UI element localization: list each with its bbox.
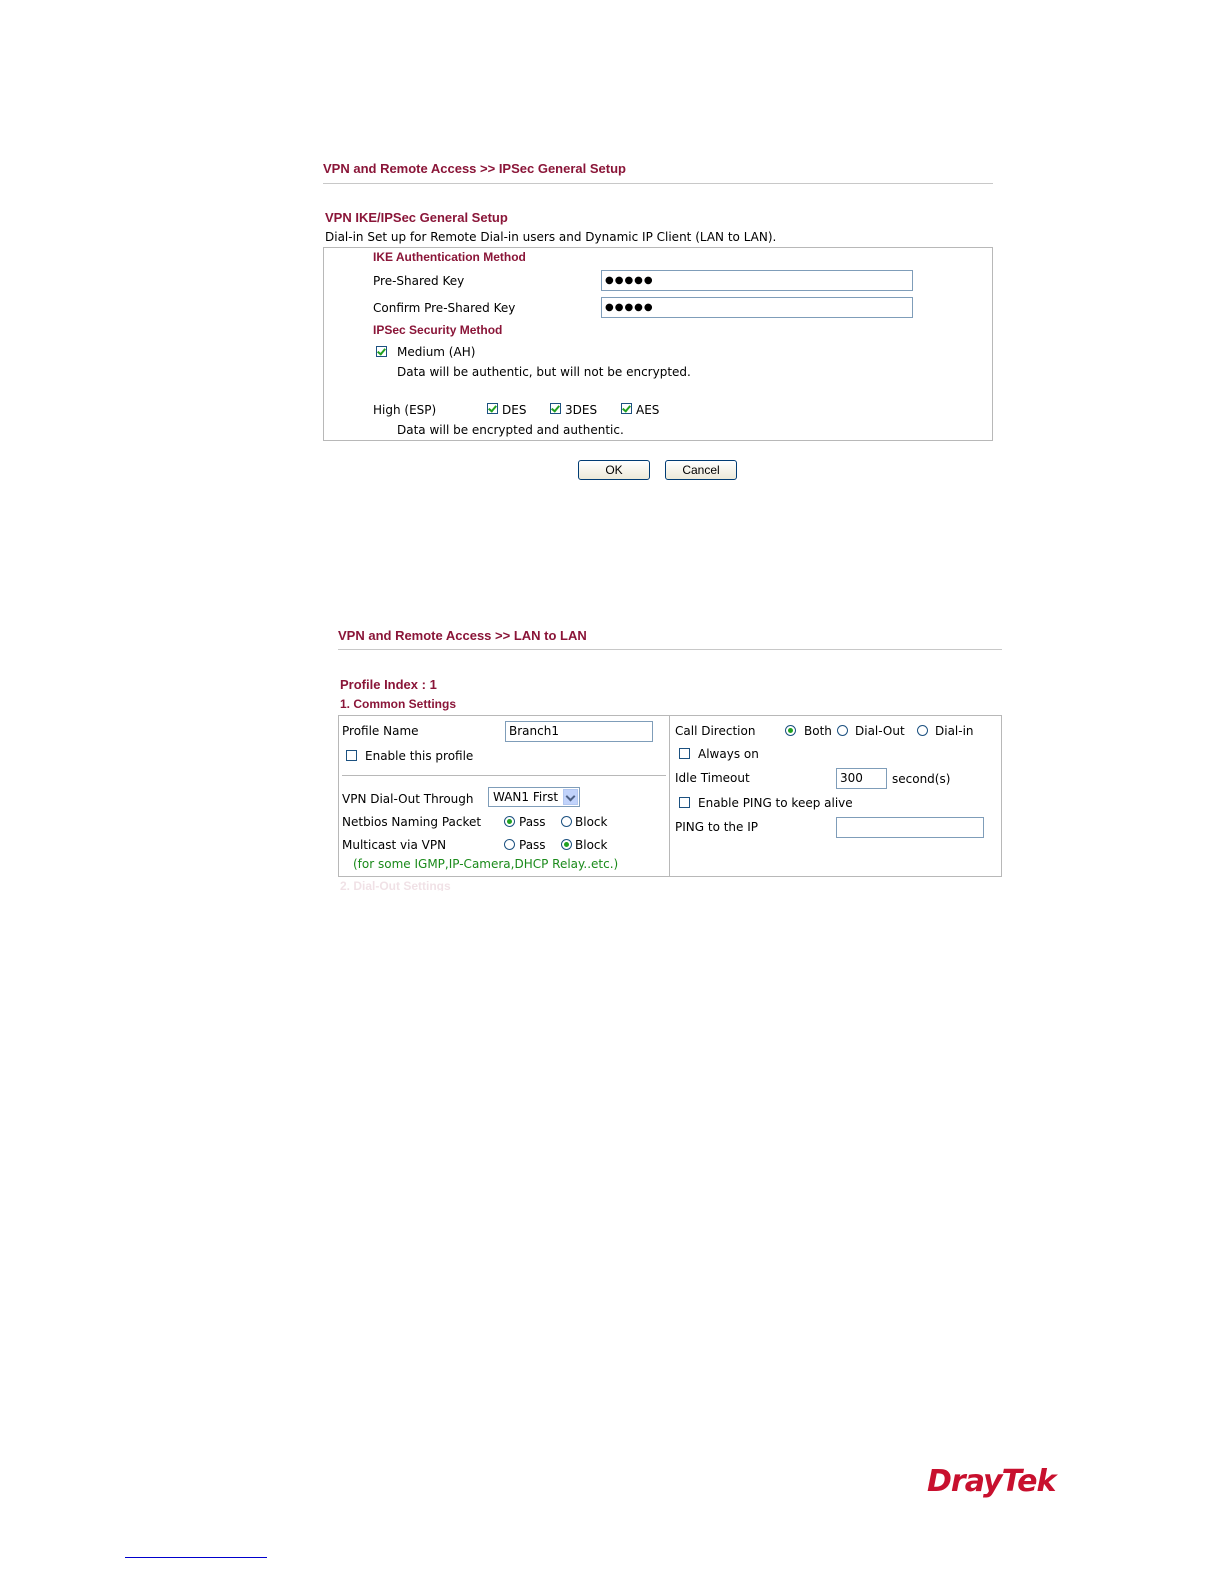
multicast-block-label: Block <box>575 838 608 852</box>
confirm-psk-input[interactable]: ●●●●● <box>601 297 913 318</box>
3des-label: 3DES <box>565 403 598 417</box>
des-checkbox[interactable] <box>487 403 498 414</box>
multicast-note: (for some IGMP,IP-Camera,DHCP Relay..etc… <box>353 857 619 871</box>
ike-auth-heading: IKE Authentication Method <box>373 250 526 264</box>
profile-name-input[interactable]: Branch1 <box>505 721 653 742</box>
profile-name-label: Profile Name <box>342 724 419 738</box>
always-on-checkbox[interactable] <box>679 748 690 759</box>
psk-label: Pre-Shared Key <box>373 274 465 288</box>
netbios-pass-radio[interactable] <box>504 816 515 827</box>
high-note: Data will be encrypted and authentic. <box>397 423 624 437</box>
medium-ah-checkbox[interactable] <box>376 346 387 357</box>
seconds-label: second(s) <box>892 772 951 786</box>
dialout-through-label: VPN Dial-Out Through <box>342 792 474 806</box>
netbios-label: Netbios Naming Packet <box>342 815 482 829</box>
breadcrumb: VPN and Remote Access >> IPSec General S… <box>323 161 626 176</box>
direction-both-radio[interactable] <box>785 725 796 736</box>
enable-ping-label: Enable PING to keep alive <box>698 796 853 810</box>
direction-both-label: Both <box>804 724 832 738</box>
multicast-block-radio[interactable] <box>561 839 572 850</box>
ok-button[interactable]: OK <box>578 460 650 480</box>
netbios-block-label: Block <box>575 815 608 829</box>
des-label: DES <box>502 403 527 417</box>
multicast-pass-label: Pass <box>519 838 546 852</box>
enable-profile-checkbox[interactable] <box>346 750 357 761</box>
column-divider <box>669 716 670 876</box>
common-settings-heading: 1. Common Settings <box>340 697 457 711</box>
direction-dialin-label: Dial-in <box>935 724 974 738</box>
direction-dialout-radio[interactable] <box>837 725 848 736</box>
idle-timeout-label: Idle Timeout <box>675 771 750 785</box>
dialout-through-select[interactable]: WAN1 First <box>488 787 580 807</box>
direction-dialin-radio[interactable] <box>917 725 928 736</box>
multicast-pass-radio[interactable] <box>504 839 515 850</box>
netbios-block-radio[interactable] <box>561 816 572 827</box>
idle-timeout-input[interactable]: 300 <box>836 768 887 789</box>
3des-checkbox[interactable] <box>550 403 561 414</box>
cancel-button[interactable]: Cancel <box>665 460 737 480</box>
confirm-psk-label: Confirm Pre-Shared Key <box>373 301 516 315</box>
chevron-down-icon[interactable] <box>563 789 578 805</box>
draytek-logo: DrayTek <box>927 1464 1056 1499</box>
breadcrumb-lan: VPN and Remote Access >> LAN to LAN <box>338 628 587 643</box>
divider <box>338 649 1002 650</box>
multicast-label: Multicast via VPN <box>342 838 447 852</box>
medium-ah-label: Medium (AH) <box>397 345 476 359</box>
dialout-settings-heading: 2. Dial-Out Settings <box>340 879 451 891</box>
enable-profile-label: Enable this profile <box>365 749 474 763</box>
pre-shared-key-input[interactable]: ●●●●● <box>601 270 913 291</box>
high-esp-label: High (ESP) <box>373 403 437 417</box>
ipsec-security-heading: IPSec Security Method <box>373 323 503 337</box>
ping-ip-label: PING to the IP <box>675 820 759 834</box>
divider <box>323 183 993 184</box>
enable-ping-checkbox[interactable] <box>679 797 690 808</box>
page-description: Dial-in Set up for Remote Dial-in users … <box>325 230 777 244</box>
ping-ip-input[interactable] <box>836 817 984 838</box>
direction-dialout-label: Dial-Out <box>855 724 905 738</box>
always-on-label: Always on <box>698 747 759 761</box>
call-direction-label: Call Direction <box>675 724 756 738</box>
row-divider <box>342 775 666 776</box>
netbios-pass-label: Pass <box>519 815 546 829</box>
page-title: VPN IKE/IPSec General Setup <box>325 210 508 225</box>
footer-link-underline <box>125 1557 267 1558</box>
aes-checkbox[interactable] <box>621 403 632 414</box>
dialout-through-value: WAN1 First <box>493 790 559 804</box>
aes-label: AES <box>636 403 660 417</box>
profile-index: Profile Index : 1 <box>340 677 437 692</box>
medium-note: Data will be authentic, but will not be … <box>397 365 691 379</box>
